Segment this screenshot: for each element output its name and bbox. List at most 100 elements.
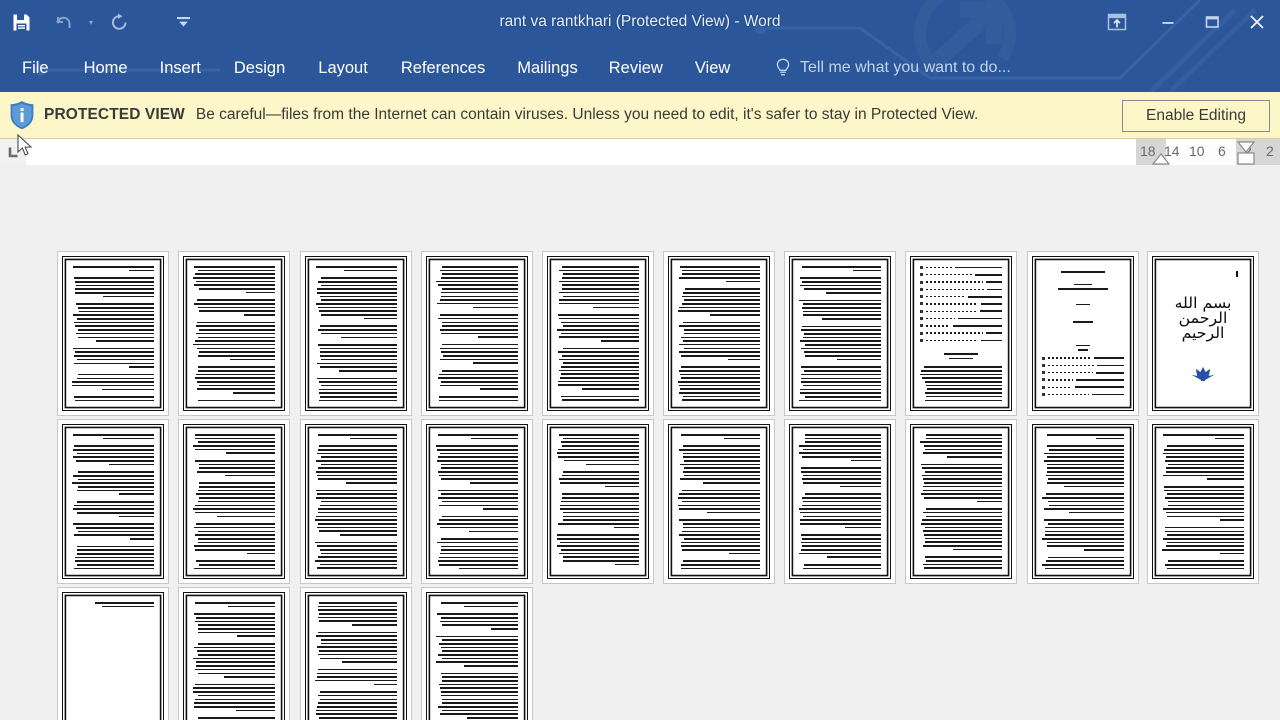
page-thumbnail[interactable] bbox=[422, 252, 532, 415]
toc-entry-title bbox=[957, 317, 1002, 320]
toc-entry-title bbox=[967, 295, 1002, 298]
toc-leader-dots bbox=[926, 332, 984, 334]
page-thumbnail[interactable] bbox=[906, 252, 1016, 415]
page-thumbnail[interactable] bbox=[1028, 252, 1138, 415]
toc-leader-dots bbox=[926, 295, 965, 298]
page-thumbnail[interactable] bbox=[664, 420, 774, 583]
thumb-paragraph bbox=[557, 347, 639, 390]
toc-entry bbox=[920, 309, 1002, 313]
toc-entry-title bbox=[979, 310, 1002, 313]
page-thumbnail[interactable] bbox=[58, 420, 168, 583]
toc-entry-title bbox=[1096, 364, 1124, 367]
redo-button[interactable] bbox=[98, 4, 140, 40]
page-thumbnail[interactable] bbox=[422, 420, 532, 583]
thumb-paragraph bbox=[436, 672, 518, 719]
page-thumbnail[interactable] bbox=[422, 588, 532, 720]
page-border bbox=[426, 424, 528, 579]
undo-button[interactable] bbox=[42, 4, 84, 40]
thumb-paragraph bbox=[72, 602, 154, 608]
ribbon-display-options-button[interactable] bbox=[1088, 0, 1146, 44]
page-content bbox=[193, 266, 275, 401]
tab-review[interactable]: Review bbox=[609, 44, 663, 92]
page-thumbnail[interactable] bbox=[543, 420, 653, 583]
azad-university-logo-icon bbox=[1191, 366, 1215, 381]
toc-leader-dots bbox=[926, 303, 978, 305]
thumb-paragraph bbox=[799, 493, 881, 529]
right-indent-marker[interactable] bbox=[1234, 140, 1258, 166]
page-thumbnail[interactable] bbox=[664, 252, 774, 415]
tab-references[interactable]: References bbox=[401, 44, 485, 92]
first-line-indent-marker[interactable] bbox=[1150, 152, 1172, 166]
tab-file[interactable]: File bbox=[22, 44, 49, 92]
horizontal-ruler[interactable] bbox=[26, 139, 1280, 165]
thumb-paragraph bbox=[678, 434, 760, 440]
page-thumbnail[interactable] bbox=[301, 252, 411, 415]
thumb-paragraph bbox=[193, 266, 275, 294]
minimize-button[interactable] bbox=[1146, 0, 1190, 44]
page-content bbox=[315, 266, 397, 401]
toc-entry bbox=[920, 287, 1002, 291]
tab-home[interactable]: Home bbox=[84, 44, 128, 92]
thumb-paragraph bbox=[193, 683, 275, 712]
thumb-paragraph bbox=[436, 515, 518, 533]
page-thumbnail[interactable] bbox=[906, 420, 1016, 583]
page-content bbox=[315, 602, 397, 720]
page-thumbnail[interactable] bbox=[785, 252, 895, 415]
toc-entry-title bbox=[986, 288, 1002, 291]
page-border bbox=[1032, 256, 1134, 411]
page-thumbnail[interactable] bbox=[1148, 420, 1258, 583]
thumb-paragraph bbox=[72, 501, 154, 518]
thumb-paragraph bbox=[1042, 445, 1124, 488]
page-thumbnail[interactable] bbox=[179, 252, 289, 415]
thumb-paragraph bbox=[193, 460, 275, 477]
page-thumbnail[interactable] bbox=[58, 252, 168, 415]
thumb-paragraph bbox=[799, 277, 881, 294]
restore-button[interactable] bbox=[1190, 0, 1234, 44]
thumb-paragraph bbox=[799, 266, 881, 272]
page-thumbnail[interactable] bbox=[179, 588, 289, 720]
thumb-paragraph bbox=[436, 395, 518, 401]
document-canvas[interactable]: بسم الله الرحمن الرحیم bbox=[0, 165, 1280, 720]
shield-info-icon-wrap bbox=[0, 92, 44, 138]
toc-entry bbox=[920, 324, 1002, 328]
toc-page-number bbox=[920, 287, 923, 291]
page-mark bbox=[1236, 271, 1238, 277]
page-thumbnail[interactable]: بسم الله الرحمن الرحیم bbox=[1148, 252, 1258, 415]
close-icon bbox=[1250, 15, 1264, 29]
toc-page-number bbox=[1042, 363, 1045, 367]
tab-insert[interactable]: Insert bbox=[160, 44, 201, 92]
tab-layout[interactable]: Layout bbox=[318, 44, 368, 92]
save-button[interactable] bbox=[0, 4, 42, 40]
toc-leader-dots bbox=[1048, 371, 1094, 374]
toc-entry bbox=[1042, 363, 1124, 367]
toc-entry bbox=[920, 266, 1002, 269]
page-thumbnail[interactable] bbox=[179, 420, 289, 583]
page-thumbnail[interactable] bbox=[543, 252, 653, 415]
enable-editing-button[interactable]: Enable Editing bbox=[1122, 100, 1270, 132]
thumb-paragraph bbox=[920, 508, 1002, 551]
thumb-paragraph bbox=[799, 467, 881, 488]
toc-entry bbox=[920, 338, 1002, 342]
page-thumbnail[interactable] bbox=[301, 588, 411, 720]
tell-me-search[interactable]: Tell me what you want to do... bbox=[775, 44, 1011, 92]
undo-dropdown-icon[interactable]: ▾ bbox=[84, 4, 98, 40]
toc-page-number bbox=[1042, 378, 1045, 382]
thumb-paragraph bbox=[678, 489, 760, 514]
page-thumbnail[interactable] bbox=[1028, 420, 1138, 583]
tab-view[interactable]: View bbox=[695, 44, 730, 92]
close-button[interactable] bbox=[1234, 0, 1280, 44]
tell-me-placeholder: Tell me what you want to do... bbox=[800, 59, 1011, 76]
thumb-paragraph bbox=[557, 534, 639, 566]
thumb-paragraph bbox=[193, 399, 275, 401]
page-thumbnail[interactable] bbox=[301, 420, 411, 583]
thumb-paragraph bbox=[557, 471, 639, 488]
page-thumbnail[interactable] bbox=[58, 588, 168, 720]
page-content bbox=[920, 266, 1002, 401]
tab-mailings[interactable]: Mailings bbox=[517, 44, 578, 92]
customize-qat-button[interactable] bbox=[166, 4, 200, 40]
tab-design[interactable]: Design bbox=[234, 44, 285, 92]
thumb-paragraph bbox=[436, 602, 518, 608]
toc-page-number bbox=[920, 273, 923, 277]
page-thumbnail[interactable] bbox=[785, 420, 895, 583]
title-line bbox=[1057, 288, 1109, 290]
